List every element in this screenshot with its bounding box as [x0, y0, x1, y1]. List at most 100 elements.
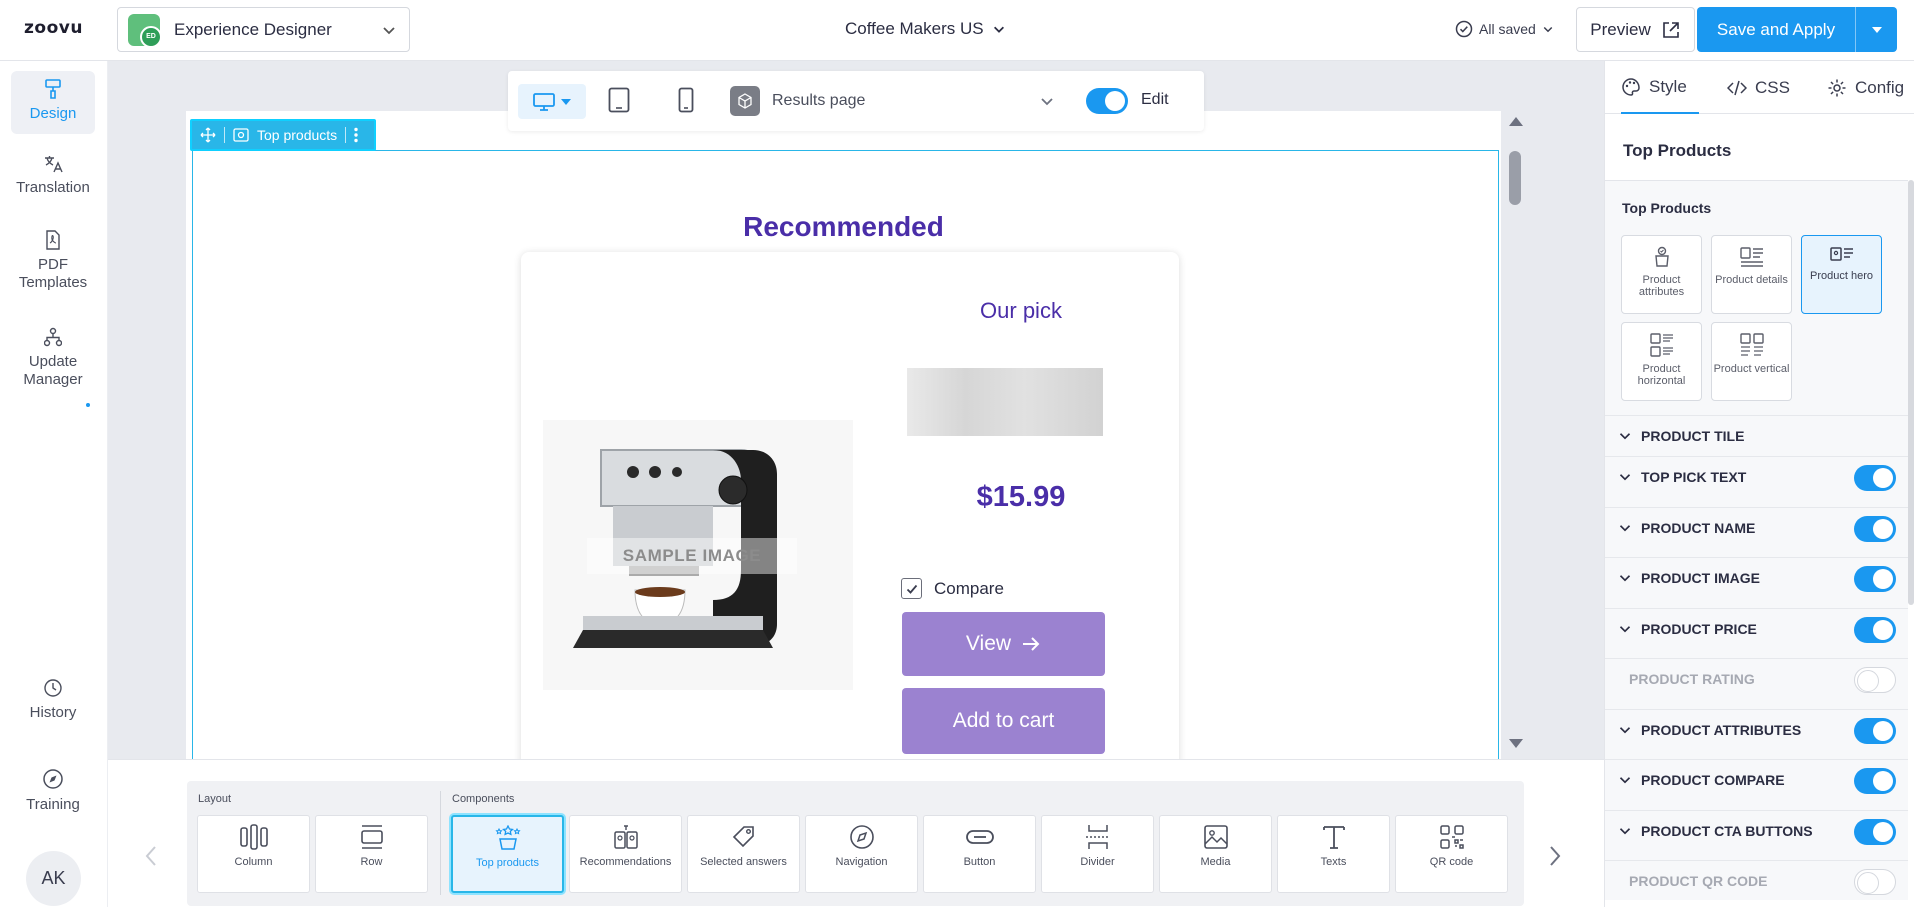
product-hero-icon — [1829, 247, 1853, 261]
view-button[interactable]: View — [902, 612, 1105, 676]
external-link-icon — [1662, 21, 1679, 38]
nav-history[interactable]: History — [11, 678, 95, 722]
tab-css[interactable]: CSS — [1727, 61, 1790, 114]
add-to-cart-button[interactable]: Add to cart — [902, 688, 1105, 754]
product-name-blurred[interactable] — [907, 368, 1103, 436]
caret-down-icon — [561, 98, 571, 105]
nav-design-label: Design — [29, 105, 77, 122]
section-product-attributes[interactable]: PRODUCT ATTRIBUTES — [1605, 709, 1908, 750]
recommended-heading[interactable]: Recommended — [186, 211, 1501, 243]
tab-style[interactable]: Style — [1621, 61, 1699, 114]
layout-product-hero[interactable]: Product hero — [1801, 235, 1882, 314]
tile-row[interactable]: Row — [315, 815, 428, 893]
canvas-scrollbar[interactable] — [1505, 111, 1525, 756]
section-top-pick-text-label: TOP PICK TEXT — [1641, 469, 1747, 485]
page-selector[interactable]: Results page — [730, 83, 1055, 119]
save-label: Save and Apply — [1716, 19, 1836, 39]
section-product-price-label: PRODUCT PRICE — [1641, 621, 1757, 637]
section-product-name[interactable]: PRODUCT NAME — [1605, 507, 1908, 548]
layout-group-label: Layout — [198, 793, 232, 805]
nav-training[interactable]: Training — [11, 768, 95, 814]
preview-frame: Recommended SAMPLE IMAGE Our pick $15.99… — [186, 111, 1501, 759]
tile-navigation[interactable]: Navigation — [805, 815, 918, 893]
compare-checkbox-row[interactable]: Compare — [901, 578, 1004, 599]
chevron-down-icon — [1619, 474, 1631, 481]
nav-update-manager[interactable]: Update Manager — [11, 327, 95, 389]
layout-product-attributes[interactable]: Product attributes — [1621, 235, 1702, 314]
top-pick-text[interactable]: Our pick — [901, 298, 1141, 324]
scroll-down-icon[interactable] — [1509, 739, 1523, 748]
chevron-down-icon — [383, 27, 395, 35]
mobile-icon[interactable] — [678, 87, 694, 113]
tile-texts[interactable]: Texts — [1277, 815, 1390, 893]
nav-pdf-templates[interactable]: PDF Templates — [11, 230, 95, 292]
user-avatar[interactable]: AK — [26, 851, 81, 906]
app-switcher[interactable]: Experience Designer — [117, 7, 410, 52]
tile-column[interactable]: Column — [197, 815, 310, 893]
tag-icon — [732, 826, 754, 848]
save-status[interactable]: All saved — [1455, 20, 1554, 38]
move-icon[interactable] — [200, 127, 216, 143]
layout-product-horizontal[interactable]: Product horizontal — [1621, 322, 1702, 401]
project-selector[interactable]: Coffee Makers US — [845, 19, 1006, 39]
nav-design[interactable]: Design — [11, 71, 95, 134]
scroll-thumb[interactable] — [1509, 151, 1521, 205]
zoovu-logo[interactable]: zoovu — [24, 18, 83, 38]
compare-checkbox[interactable] — [901, 578, 922, 599]
tile-media-label: Media — [1200, 856, 1231, 868]
properties-tabs: Style CSS Config — [1605, 61, 1914, 114]
toggle-product-name[interactable] — [1854, 516, 1896, 542]
section-product-price[interactable]: PRODUCT PRICE — [1605, 608, 1908, 649]
product-card[interactable]: SAMPLE IMAGE Our pick $15.99 Compare Vie… — [521, 252, 1179, 759]
tile-top-products[interactable]: Top products — [451, 815, 564, 893]
section-product-name-label: PRODUCT NAME — [1641, 520, 1756, 536]
edit-label: Edit — [1141, 91, 1169, 108]
layout-product-vertical[interactable]: Product vertical — [1711, 322, 1792, 401]
tile-recommendations[interactable]: Recommendations — [569, 815, 682, 893]
tile-selected-answers[interactable]: Selected answers — [687, 815, 800, 893]
toggle-top-pick-text[interactable] — [1854, 465, 1896, 491]
toggle-product-cta-buttons[interactable] — [1854, 819, 1896, 845]
product-image[interactable]: SAMPLE IMAGE — [543, 420, 853, 690]
section-product-compare-label: PRODUCT COMPARE — [1641, 772, 1785, 788]
selected-component-tag[interactable]: Top products — [190, 119, 376, 151]
tile-media[interactable]: Media — [1159, 815, 1272, 893]
recommendations-icon — [613, 825, 638, 849]
chevron-right-icon[interactable] — [1548, 845, 1562, 867]
section-product-rating[interactable]: PRODUCT RATING — [1605, 658, 1908, 699]
tile-divider[interactable]: Divider — [1041, 815, 1154, 893]
tile-button[interactable]: Button — [923, 815, 1036, 893]
section-product-qr-code[interactable]: PRODUCT QR CODE — [1605, 860, 1908, 901]
properties-scrollbar[interactable] — [1908, 180, 1914, 605]
top-bar: zoovu Experience Designer Coffee Makers … — [0, 0, 1914, 61]
more-vertical-icon[interactable] — [354, 127, 358, 143]
toggle-product-compare[interactable] — [1854, 768, 1896, 794]
toggle-product-price[interactable] — [1854, 617, 1896, 643]
update-notification-dot — [86, 403, 90, 407]
tablet-icon[interactable] — [608, 87, 630, 113]
toggle-product-image[interactable] — [1854, 566, 1896, 592]
nav-translation[interactable]: Translation — [11, 155, 95, 197]
chevron-down-icon — [1619, 777, 1631, 784]
toggle-product-rating[interactable] — [1854, 667, 1896, 693]
section-product-compare[interactable]: PRODUCT COMPARE — [1605, 759, 1908, 800]
saved-label: All saved — [1479, 21, 1536, 37]
section-product-image[interactable]: PRODUCT IMAGE — [1605, 557, 1908, 598]
edit-mode-toggle[interactable] — [1086, 88, 1128, 114]
preview-button[interactable]: Preview — [1576, 7, 1695, 52]
chevron-left-icon[interactable] — [144, 845, 158, 867]
desktop-view-button[interactable] — [518, 84, 586, 119]
layout-product-details[interactable]: Product details — [1711, 235, 1792, 314]
product-price[interactable]: $15.99 — [901, 481, 1141, 514]
scroll-up-icon[interactable] — [1509, 117, 1523, 126]
toggle-product-qr-code[interactable] — [1854, 869, 1896, 895]
save-options-dropdown[interactable] — [1855, 7, 1897, 52]
translate-icon — [45, 156, 63, 173]
section-top-pick-text[interactable]: TOP PICK TEXT — [1605, 456, 1908, 497]
save-and-apply-button[interactable]: Save and Apply — [1697, 7, 1897, 52]
toggle-product-attributes[interactable] — [1854, 718, 1896, 744]
tile-qr-code[interactable]: QR code — [1395, 815, 1508, 893]
tab-config[interactable]: Config — [1827, 61, 1904, 114]
section-product-tile[interactable]: PRODUCT TILE — [1605, 415, 1908, 456]
section-product-cta-buttons[interactable]: PRODUCT CTA BUTTONS — [1605, 810, 1908, 851]
